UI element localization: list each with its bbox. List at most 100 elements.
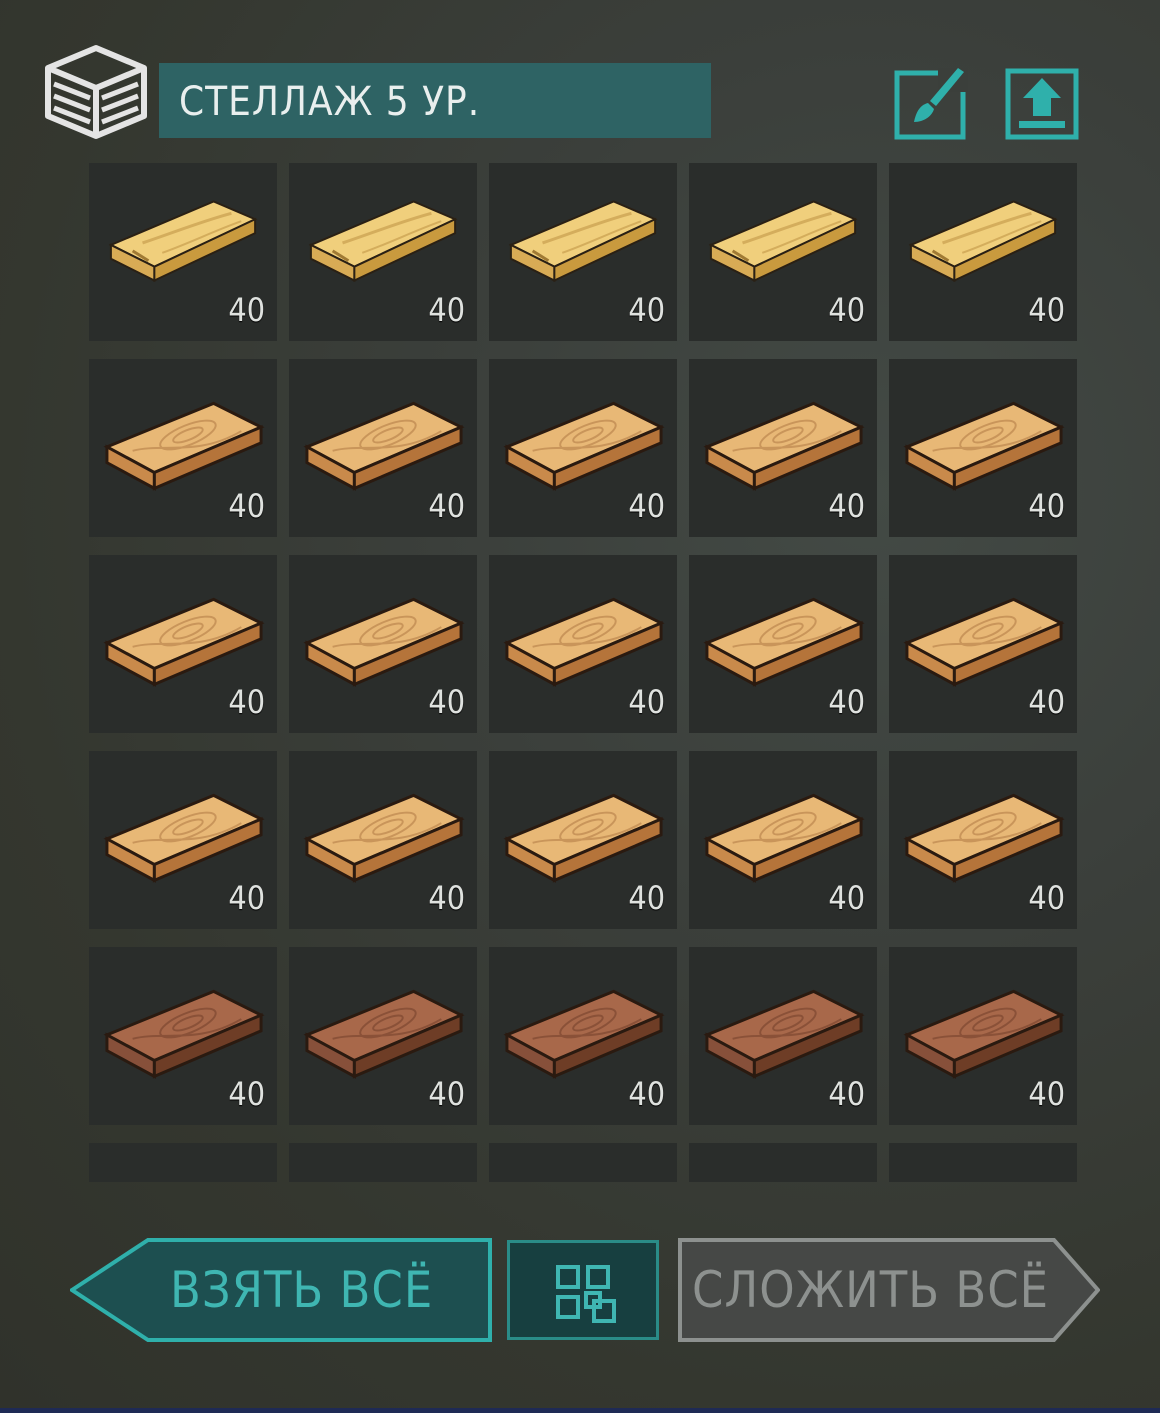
item-quantity: 40 — [828, 879, 865, 917]
medium-plank-icon — [503, 793, 665, 883]
item-quantity: 40 — [828, 683, 865, 721]
item-quantity: 40 — [428, 879, 465, 917]
inventory-slot[interactable]: 40 — [889, 359, 1077, 537]
item-quantity: 40 — [228, 1075, 265, 1113]
inventory-slot[interactable]: 40 — [689, 751, 877, 929]
inventory-slot[interactable]: 40 — [889, 751, 1077, 929]
inventory-slot[interactable]: 40 — [289, 751, 477, 929]
inventory-slot[interactable]: 40 — [89, 359, 277, 537]
medium-plank-icon — [703, 597, 865, 687]
inventory-slot[interactable]: 40 — [889, 163, 1077, 341]
item-quantity: 40 — [828, 487, 865, 525]
item-quantity: 40 — [1028, 291, 1065, 329]
item-quantity: 40 — [228, 291, 265, 329]
dark-plank-icon — [703, 989, 865, 1079]
put-all-button[interactable]: СЛОЖИТЬ ВСЁ — [678, 1238, 1100, 1342]
take-all-label: ВЗЯТЬ ВСЁ — [170, 1261, 434, 1319]
upload-arrow-icon — [1005, 68, 1079, 140]
medium-plank-icon — [303, 793, 465, 883]
inventory-slot[interactable]: 40 — [289, 555, 477, 733]
dark-plank-icon — [103, 1161, 265, 1182]
inventory-slot[interactable]: 40 — [89, 163, 277, 341]
inventory-slot[interactable]: 40 — [489, 163, 677, 341]
medium-plank-icon — [703, 401, 865, 491]
dark-plank-icon — [303, 1161, 465, 1182]
item-quantity: 40 — [428, 291, 465, 329]
medium-plank-icon — [903, 401, 1065, 491]
medium-plank-icon — [103, 597, 265, 687]
item-quantity: 40 — [428, 1075, 465, 1113]
medium-plank-icon — [703, 793, 865, 883]
inventory-slot[interactable]: 40 — [489, 751, 677, 929]
upload-button[interactable] — [1005, 68, 1079, 140]
medium-plank-icon — [903, 793, 1065, 883]
light-plank-icon — [108, 200, 258, 283]
inventory-slot[interactable] — [89, 1143, 277, 1182]
dark-plank-icon — [103, 989, 265, 1079]
medium-plank-icon — [103, 793, 265, 883]
medium-plank-icon — [303, 597, 465, 687]
light-plank-icon — [708, 200, 858, 283]
inventory-slot[interactable]: 40 — [689, 359, 877, 537]
storage-title: СТЕЛЛАЖ 5 УР. — [179, 79, 481, 125]
take-all-button[interactable]: ВЗЯТЬ ВСЁ — [70, 1238, 492, 1342]
dark-plank-icon — [703, 1161, 865, 1182]
inventory-slot[interactable]: 40 — [89, 947, 277, 1125]
inventory-slot[interactable]: 40 — [889, 555, 1077, 733]
paint-brush-icon — [894, 68, 968, 140]
dark-plank-icon — [503, 1161, 665, 1182]
item-quantity: 40 — [228, 683, 265, 721]
item-quantity: 40 — [1028, 879, 1065, 917]
item-quantity: 40 — [1028, 683, 1065, 721]
dark-plank-icon — [903, 1161, 1065, 1182]
item-quantity: 40 — [828, 1075, 865, 1113]
storage-box-icon — [44, 44, 148, 140]
item-quantity: 40 — [428, 487, 465, 525]
item-quantity: 40 — [228, 487, 265, 525]
sort-grid-icon — [556, 1265, 616, 1323]
item-quantity: 40 — [628, 487, 665, 525]
inventory-slot[interactable]: 40 — [689, 947, 877, 1125]
dark-plank-icon — [503, 989, 665, 1079]
inventory-slot[interactable]: 40 — [289, 359, 477, 537]
medium-plank-icon — [103, 401, 265, 491]
sort-button[interactable] — [507, 1240, 659, 1340]
inventory-slot[interactable] — [289, 1143, 477, 1182]
inventory-slot[interactable] — [489, 1143, 677, 1182]
medium-plank-icon — [503, 401, 665, 491]
dark-plank-icon — [903, 989, 1065, 1079]
inventory-slot[interactable] — [889, 1143, 1077, 1182]
title-bar: СТЕЛЛАЖ 5 УР. — [159, 63, 711, 138]
paint-button[interactable] — [894, 68, 968, 140]
item-quantity: 40 — [828, 291, 865, 329]
inventory-slot[interactable] — [689, 1143, 877, 1182]
inventory-slot[interactable]: 40 — [289, 947, 477, 1125]
inventory-slot[interactable]: 40 — [489, 947, 677, 1125]
inventory-slot[interactable]: 40 — [89, 751, 277, 929]
inventory-slot[interactable]: 40 — [889, 947, 1077, 1125]
item-quantity: 40 — [428, 683, 465, 721]
medium-plank-icon — [303, 401, 465, 491]
medium-plank-icon — [903, 597, 1065, 687]
light-plank-icon — [308, 200, 458, 283]
inventory-slot[interactable]: 40 — [489, 555, 677, 733]
dark-plank-icon — [303, 989, 465, 1079]
item-quantity: 40 — [628, 683, 665, 721]
inventory-slot[interactable]: 40 — [689, 163, 877, 341]
inventory-slot[interactable]: 40 — [89, 555, 277, 733]
item-quantity: 40 — [228, 879, 265, 917]
put-all-label: СЛОЖИТЬ ВСЁ — [692, 1261, 1050, 1319]
bottom-strip — [0, 1408, 1160, 1413]
item-quantity: 40 — [628, 1075, 665, 1113]
item-quantity: 40 — [628, 291, 665, 329]
inventory-grid: 40 40 40 40 40 40 40 40 40 40 40 40 40 4… — [89, 163, 1079, 1182]
light-plank-icon — [508, 200, 658, 283]
item-quantity: 40 — [1028, 1075, 1065, 1113]
inventory-slot[interactable]: 40 — [289, 163, 477, 341]
item-quantity: 40 — [1028, 487, 1065, 525]
inventory-slot[interactable]: 40 — [489, 359, 677, 537]
inventory-slot[interactable]: 40 — [689, 555, 877, 733]
item-quantity: 40 — [628, 879, 665, 917]
medium-plank-icon — [503, 597, 665, 687]
light-plank-icon — [908, 200, 1058, 283]
